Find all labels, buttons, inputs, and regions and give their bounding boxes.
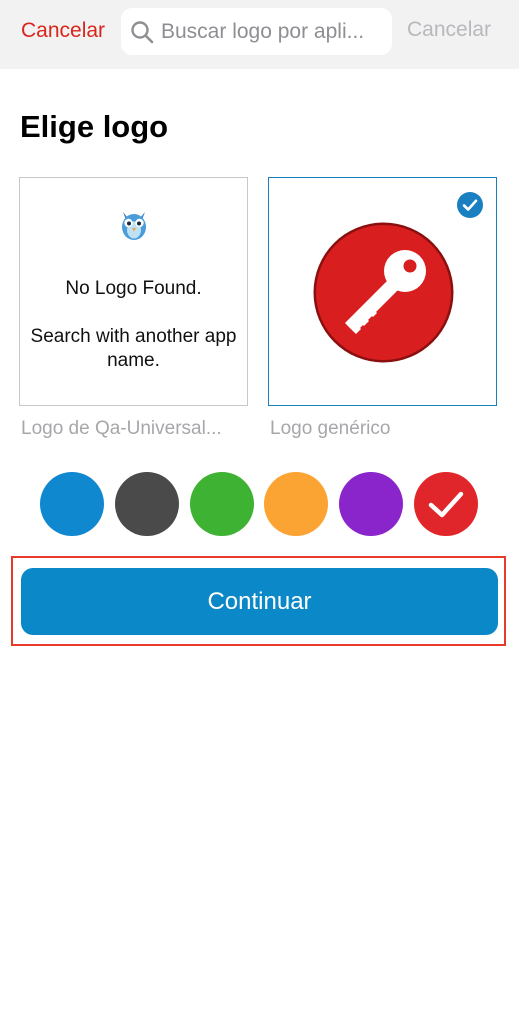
color-swatch-blue[interactable] <box>40 472 104 536</box>
no-logo-title: No Logo Found. <box>65 278 202 299</box>
owl-icon <box>122 212 146 240</box>
color-swatch-red[interactable] <box>414 472 478 536</box>
cancel-left-button[interactable]: Cancelar <box>21 19 105 43</box>
key-icon <box>313 222 454 363</box>
color-swatch-dark-gray[interactable] <box>115 472 179 536</box>
generic-logo-caption: Logo genérico <box>270 418 391 439</box>
color-swatch-purple[interactable] <box>339 472 403 536</box>
no-logo-hint: Search with another app name. <box>30 326 237 371</box>
logo-option-app[interactable]: No Logo Found. Search with another app n… <box>19 177 248 406</box>
search-box[interactable] <box>121 8 392 55</box>
color-swatch-orange[interactable] <box>264 472 328 536</box>
color-swatch-green[interactable] <box>190 472 254 536</box>
no-logo-message: No Logo Found. Search with another app n… <box>30 277 237 373</box>
search-icon <box>131 21 154 44</box>
page-title: Elige logo <box>20 109 169 144</box>
search-input[interactable] <box>161 14 387 49</box>
continue-button[interactable]: Continuar <box>21 568 498 635</box>
cancel-right-button[interactable]: Cancelar <box>407 18 491 42</box>
top-bar: Cancelar Cancelar <box>0 0 519 69</box>
swatch-check-icon <box>428 491 464 518</box>
selected-check-icon <box>457 192 483 218</box>
app-logo-caption: Logo de Qa-Universal... <box>21 418 222 439</box>
logo-option-generic[interactable] <box>268 177 497 406</box>
